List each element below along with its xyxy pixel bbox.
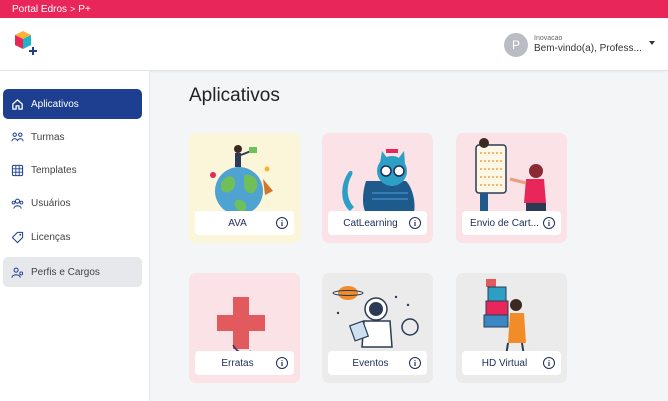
breadcrumb-portal-edros[interactable]: Portal Edros	[12, 4, 67, 15]
tag-icon	[11, 231, 24, 244]
app-card-label[interactable]: Envio de Cart... i	[462, 211, 561, 235]
sidebar-item-licencas[interactable]: Licenças	[3, 222, 142, 252]
app-card-envio-de-cartoes[interactable]: Envio de Cart... i	[456, 133, 567, 243]
sidebar-item-turmas[interactable]: Turmas	[3, 122, 142, 152]
app-card-title: Eventos	[352, 357, 389, 369]
user-welcome-name: Bem-vindo(a), Profess...	[534, 43, 642, 55]
sidebar-item-usuarios[interactable]: Usuários	[3, 188, 142, 218]
sidebar-item-label: Turmas	[31, 131, 65, 143]
app-card-label[interactable]: AVA i	[195, 211, 294, 235]
sidebar-item-label: Usuários	[31, 197, 71, 209]
sidebar: Aplicativos Turmas Templates Usuários Li…	[0, 71, 150, 401]
app-card-title: HD Virtual	[481, 357, 528, 369]
sidebar-item-aplicativos[interactable]: Aplicativos	[3, 89, 142, 119]
caret-down-icon[interactable]	[649, 41, 655, 45]
app-card-label[interactable]: CatLearning i	[328, 211, 427, 235]
info-icon[interactable]: i	[409, 217, 421, 229]
breadcrumb-separator: >	[70, 4, 76, 14]
breadcrumb-current: P+	[78, 3, 91, 15]
home-icon	[11, 98, 24, 111]
info-icon[interactable]: i	[543, 357, 555, 369]
app-card-title: CatLearning	[343, 217, 398, 229]
app-card-hd-virtual[interactable]: HD Virtual i	[456, 273, 567, 383]
grid-icon	[11, 164, 24, 177]
app-card-title: Erratas	[221, 357, 254, 369]
app-card-erratas[interactable]: Erratas i	[189, 273, 300, 383]
sidebar-item-label: Templates	[31, 164, 77, 176]
app-logo[interactable]	[12, 29, 38, 59]
app-card-title: AVA	[228, 217, 247, 229]
info-icon[interactable]: i	[276, 357, 288, 369]
app-card-eventos[interactable]: Eventos i	[322, 273, 433, 383]
app-card-label[interactable]: HD Virtual i	[462, 351, 561, 375]
sidebar-item-label: Aplicativos	[31, 98, 79, 110]
user-organization: Inovacao	[534, 35, 563, 43]
app-card-title: Envio de Cart...	[470, 217, 539, 229]
user-role-icon	[11, 266, 24, 279]
user-menu[interactable]: P Inovacao Bem-vindo(a), Profess...	[504, 33, 655, 57]
app-card-ava[interactable]: AVA i	[189, 133, 300, 243]
portal-breadcrumb-bar: Portal Edros > P+	[0, 0, 668, 18]
page-title: Aplicativos	[189, 85, 280, 106]
sidebar-item-perfis-e-cargos[interactable]: Perfis e Cargos	[3, 257, 142, 287]
app-card-label[interactable]: Eventos i	[328, 351, 427, 375]
app-card-catlearning[interactable]: CatLearning i	[322, 133, 433, 243]
info-icon[interactable]: i	[409, 357, 421, 369]
app-header: P Inovacao Bem-vindo(a), Profess...	[0, 18, 668, 71]
sidebar-item-label: Licenças	[31, 231, 71, 243]
info-icon[interactable]: i	[543, 217, 555, 229]
users-icon	[11, 197, 24, 210]
app-card-label[interactable]: Erratas i	[195, 351, 294, 375]
info-icon[interactable]: i	[276, 217, 288, 229]
users-group-icon	[11, 131, 24, 144]
sidebar-item-label: Perfis e Cargos	[31, 266, 100, 278]
avatar[interactable]: P	[504, 33, 528, 57]
sidebar-item-templates[interactable]: Templates	[3, 155, 142, 185]
